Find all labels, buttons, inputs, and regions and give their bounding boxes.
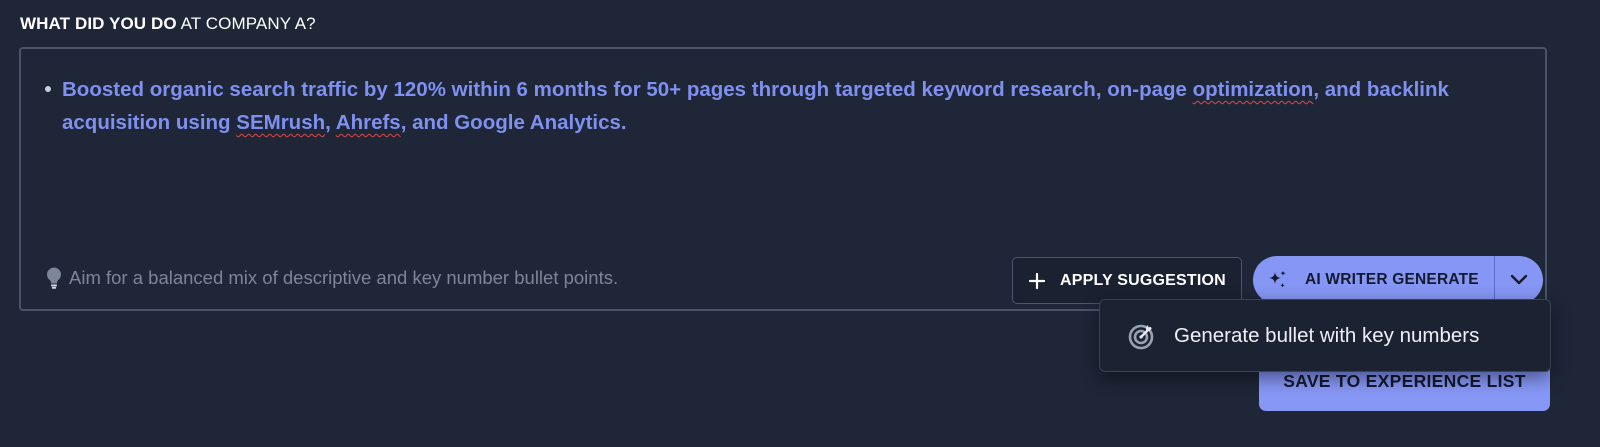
chevron-down-icon [1510, 274, 1528, 285]
misspelled-word[interactable]: optimization [1193, 78, 1314, 101]
field-question: WHAT DID YOU DO AT COMPANY A? [20, 14, 316, 34]
bullet-list: Boosted organic search traffic by 120% w… [45, 73, 1485, 139]
ai-options-toggle[interactable] [1495, 256, 1543, 304]
misspelled-word[interactable]: Ahrefs [336, 111, 401, 134]
ai-writer-generate-label: AI WRITER GENERATE [1305, 271, 1479, 288]
question-strong: WHAT DID YOU DO [20, 14, 177, 33]
apply-suggestion-button[interactable]: APPLY SUGGESTION [1012, 257, 1242, 304]
misspelled-word[interactable]: SEMrush [236, 111, 325, 134]
ai-writer-split-button: AI WRITER GENERATE [1253, 256, 1543, 304]
editor-tip: Aim for a balanced mix of descriptive an… [45, 266, 618, 290]
save-label: SAVE TO EXPERIENCE LIST [1283, 371, 1526, 391]
apply-suggestion-label: APPLY SUGGESTION [1060, 271, 1226, 289]
sparkle-icon [1269, 270, 1286, 288]
bullet-dot [45, 86, 51, 92]
bullet-text[interactable]: Boosted organic search traffic by 120% w… [62, 78, 1449, 134]
lightbulb-icon [47, 267, 61, 289]
ai-options-menu-item[interactable]: Generate bullet with key numbers [1099, 299, 1551, 372]
plus-icon [1028, 272, 1046, 289]
question-rest: AT COMPANY A? [176, 14, 316, 33]
target-icon [1128, 324, 1154, 349]
bullet-text-part: , [325, 111, 336, 134]
ai-writer-generate-button[interactable]: AI WRITER GENERATE [1253, 256, 1494, 304]
bullet-item[interactable]: Boosted organic search traffic by 120% w… [45, 73, 1485, 139]
menu-item-label: Generate bullet with key numbers [1174, 323, 1480, 347]
bullet-text-part: Boosted organic search traffic by 120% w… [62, 78, 1193, 101]
tip-text: Aim for a balanced mix of descriptive an… [69, 267, 619, 288]
bullet-text-part: , and Google Analytics. [400, 111, 627, 134]
